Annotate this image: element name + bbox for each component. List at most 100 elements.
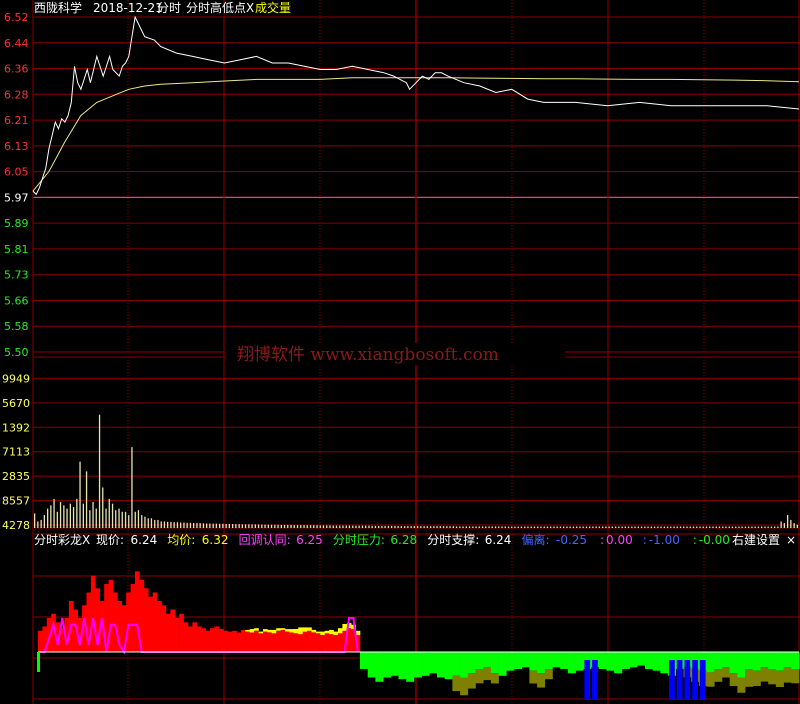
volume-bar xyxy=(183,522,185,528)
volume-bar xyxy=(624,526,626,528)
volume-bar xyxy=(235,524,237,528)
volume-bar xyxy=(602,526,604,528)
indicator-info-bar: 分时彩龙X 现价: 6.24 均价: 6.32 回调认同: 6.25 分时压力: 6.28 分时… xyxy=(34,532,730,547)
indicator-green-bar xyxy=(722,652,730,668)
volume-bar xyxy=(589,526,591,528)
indicator-blue-bar xyxy=(692,660,698,700)
volume-bar xyxy=(293,525,295,528)
indicator-green-bar xyxy=(544,652,553,669)
indicator-green-bar xyxy=(560,652,569,669)
volume-bar xyxy=(219,523,221,528)
indicator-red-bar xyxy=(38,630,43,653)
indicator-green-bar xyxy=(706,652,715,673)
indicator-yellow-bar xyxy=(337,628,343,634)
volume-bar xyxy=(712,526,714,528)
indicator-green-bar xyxy=(575,652,584,671)
indicator-yellow-bar xyxy=(315,631,321,634)
volume-bar xyxy=(397,526,399,528)
indicator-item-label: 均价: xyxy=(167,533,195,547)
volume-bar xyxy=(579,526,581,528)
indicator-red-bar xyxy=(285,631,290,652)
volume-bar xyxy=(780,521,782,528)
indicator-red-bar xyxy=(240,629,246,652)
volume-bar xyxy=(85,471,88,528)
volume-bar xyxy=(345,525,347,528)
indicator-green-bar xyxy=(760,652,769,668)
volume-bar xyxy=(92,502,94,528)
indicator-red-bar xyxy=(130,584,136,652)
volume-bar xyxy=(134,511,136,528)
close-icon[interactable]: × xyxy=(786,533,796,547)
indicator-blue-bar xyxy=(592,660,598,700)
volume-bar xyxy=(576,526,578,528)
indicator-green-bar xyxy=(498,652,507,676)
indicator-green-bar xyxy=(598,652,607,669)
volume-bar xyxy=(76,498,78,528)
indicator-olive-bar xyxy=(729,673,738,687)
indicator-item-value: 6.24 xyxy=(131,533,158,547)
volume-bar xyxy=(225,524,227,528)
indicator-item-label: 偏离: xyxy=(522,532,550,547)
volume-bar xyxy=(251,524,253,528)
indicator-item-value: 6.24 xyxy=(485,533,512,547)
volume-bar xyxy=(410,526,412,528)
indicator-red-bar xyxy=(302,631,308,652)
volume-bar xyxy=(193,523,195,528)
indicator-yellow-bar xyxy=(302,627,308,632)
volume-bar xyxy=(501,526,503,528)
indicator-red-bar xyxy=(311,632,317,653)
volume-bar xyxy=(511,526,513,528)
volume-bar xyxy=(50,505,52,528)
volume-bar xyxy=(400,526,402,528)
price-tick-label: 6.13 xyxy=(4,140,29,153)
indicator-green-bar xyxy=(437,652,445,678)
indicator-olive-bar xyxy=(544,669,553,680)
indicator-yellow-bar xyxy=(293,629,299,634)
volume-bar xyxy=(446,526,448,528)
volume-bar xyxy=(348,525,351,528)
volume-bar xyxy=(43,515,45,528)
volume-bar xyxy=(683,526,685,528)
volume-bar xyxy=(494,526,497,528)
indicator-green-bar xyxy=(413,652,422,678)
volume-bar xyxy=(352,525,354,528)
volume-tick-label: 7113 xyxy=(2,446,30,459)
volume-bar xyxy=(238,524,240,528)
indicator-green-bar xyxy=(460,652,469,678)
volume-bar xyxy=(300,525,302,528)
indicator-red-bar xyxy=(214,626,220,652)
volume-bar xyxy=(212,523,214,528)
volume-bar xyxy=(702,526,704,528)
volume-bar xyxy=(47,508,49,528)
volume-bar xyxy=(121,511,123,528)
volume-bar xyxy=(232,524,234,528)
volume-bar xyxy=(339,525,341,528)
indicator-name-2: 成交量 xyxy=(255,0,291,15)
indicator-yellow-bar xyxy=(342,624,348,631)
volume-bar xyxy=(757,526,760,528)
volume-bar xyxy=(692,526,695,528)
volume-bar xyxy=(738,526,740,528)
volume-bar xyxy=(777,526,779,528)
price-tick-label: 5.50 xyxy=(4,346,29,359)
indicator-green-bar xyxy=(360,652,368,669)
volume-bar xyxy=(709,526,711,528)
volume-bar xyxy=(520,526,523,528)
volume-bar xyxy=(342,525,344,528)
volume-bar xyxy=(98,414,101,528)
indicator-yellow-bar xyxy=(280,628,286,630)
volume-bar xyxy=(767,526,769,528)
indicator-green-bar xyxy=(737,652,746,678)
volume-bar xyxy=(524,526,526,528)
volume-bar xyxy=(787,515,789,528)
volume-bar xyxy=(270,524,273,528)
volume-bar xyxy=(546,526,549,528)
volume-bar xyxy=(329,525,331,528)
indicator-red-bar xyxy=(249,632,255,653)
volume-bar xyxy=(553,526,555,528)
indicator-green-bar xyxy=(645,652,653,669)
volume-bar xyxy=(105,508,107,528)
volume-bar xyxy=(313,525,315,528)
volume-bar xyxy=(725,526,727,528)
settings-button[interactable]: 右建设置 xyxy=(732,532,780,547)
